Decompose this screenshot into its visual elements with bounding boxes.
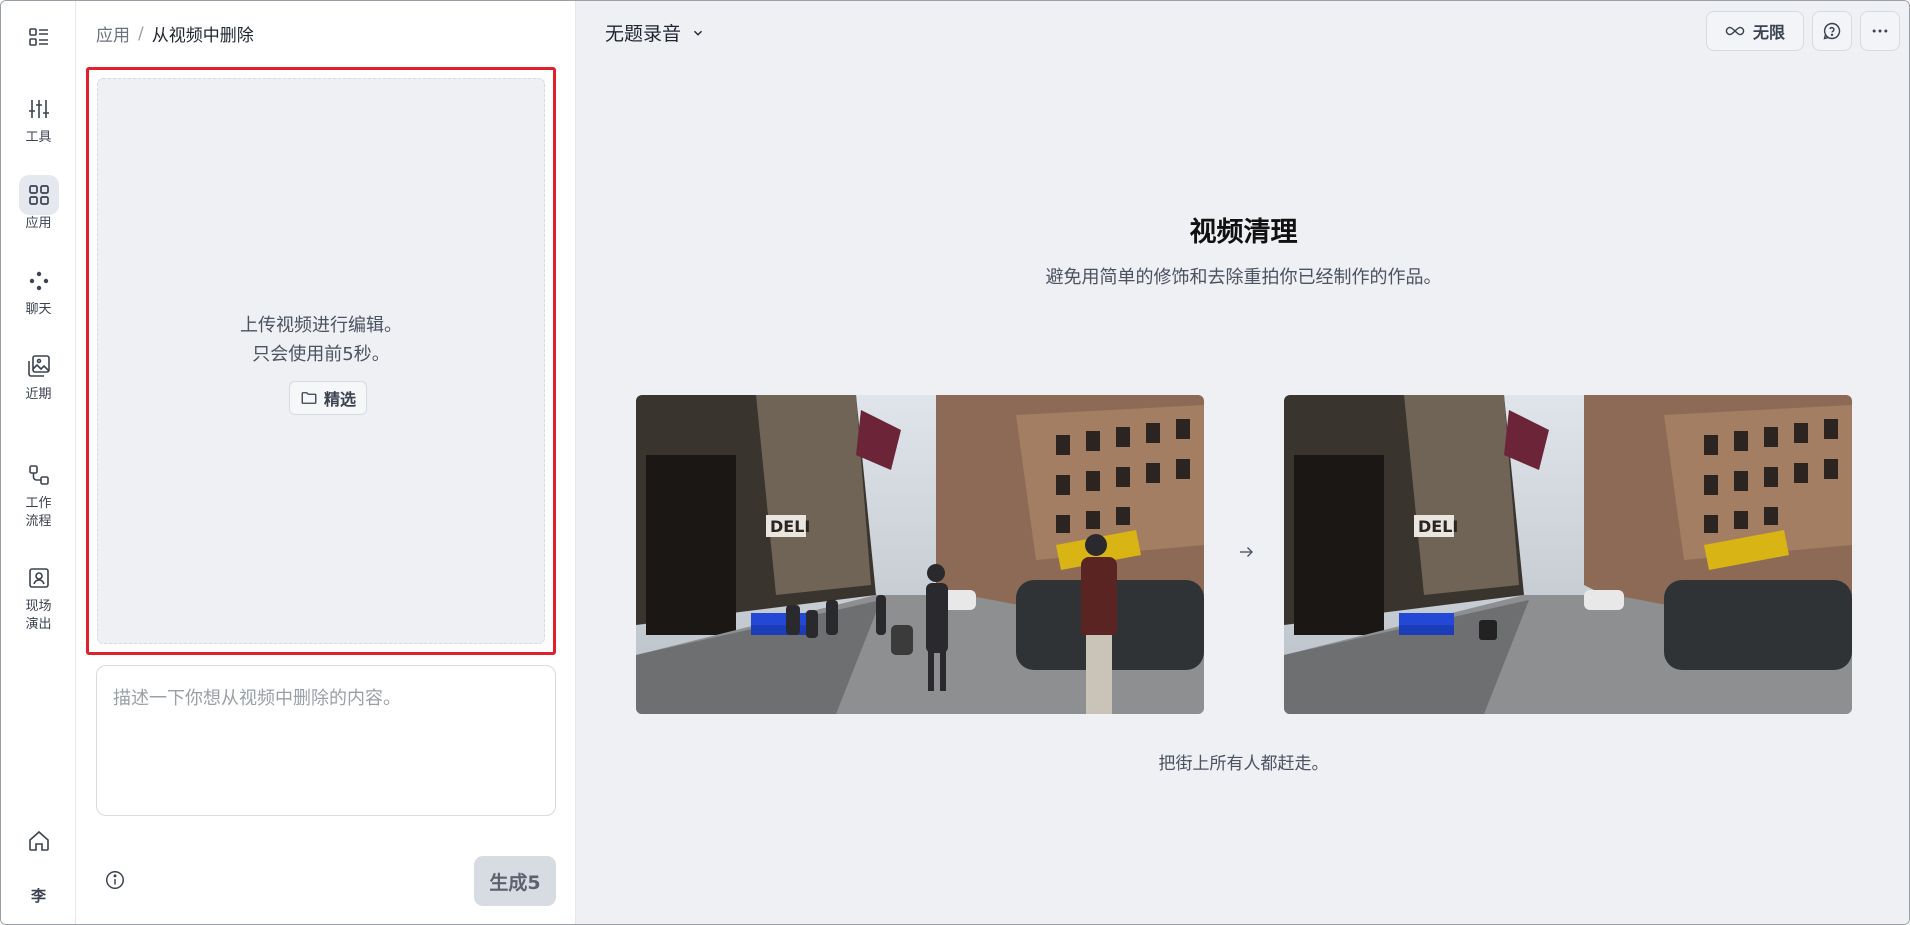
feature-title: 视频清理 — [1189, 217, 1298, 248]
arrow-right-icon — [1237, 543, 1255, 565]
sidebar-item-workflow[interactable]: 工作 流程 — [1, 455, 76, 531]
unlimited-button[interactable]: 无限 — [1706, 11, 1804, 51]
upload-area[interactable]: 上传视频进行编辑。 只会使用前5秒。 精选 — [97, 78, 545, 644]
sidebar-item-label: 现场 演出 — [25, 599, 52, 632]
infinity-icon — [1725, 26, 1745, 36]
menu-toggle-button[interactable] — [1, 17, 76, 57]
breadcrumb-separator: / — [138, 23, 144, 44]
sidebar-item-recent[interactable]: 近期 — [1, 346, 76, 404]
preview-area: 无题录音 无限 视频清理 避免用简单的修饰和去除重拍你已经制作的作品。 DELI… — [576, 1, 1909, 924]
sidebar-item-label: 聊天 — [25, 302, 52, 317]
upload-instructions: 上传视频进行编辑。 只会使用前5秒。 — [240, 315, 402, 365]
sidebar-item-live[interactable]: 现场 演出 — [1, 558, 76, 634]
apps-grid-icon — [18, 175, 59, 215]
recording-title-dropdown[interactable]: 无题录音 — [605, 19, 705, 46]
svg-text:DELI: DELI — [1418, 517, 1458, 536]
chevron-down-icon — [694, 30, 703, 36]
more-options-button[interactable] — [1860, 11, 1900, 51]
avatar[interactable]: 李 — [1, 885, 76, 906]
after-example-image: DELI — [1284, 395, 1852, 714]
folder-icon — [301, 392, 317, 404]
breadcrumb-parent-link[interactable]: 应用 — [96, 21, 130, 46]
breadcrumb-current: 从视频中删除 — [151, 26, 254, 46]
svg-text:DELI: DELI — [770, 517, 810, 536]
chat-dots-icon — [19, 261, 59, 301]
pick-file-button[interactable]: 精选 — [289, 381, 368, 415]
video-upload-dropzone[interactable]: 上传视频进行编辑。 只会使用前5秒。 精选 — [86, 67, 556, 655]
home-icon — [19, 821, 59, 861]
image-gallery-icon — [19, 346, 59, 386]
app-window: 工具 应用 聊天 近期 工作 流程 现场 演出 李 应用 / 从视频中删除 上传… — [0, 0, 1910, 925]
more-horizontal-icon — [1872, 29, 1888, 33]
feedback-button[interactable] — [1812, 11, 1852, 51]
list-grid-icon — [19, 17, 59, 57]
sidebar-item-label: 工具 — [25, 130, 52, 145]
generate-button[interactable]: 生成5 — [474, 856, 556, 906]
sidebar-item-label: 工作 流程 — [25, 496, 52, 529]
sidebar-item-apps[interactable]: 应用 — [1, 175, 76, 233]
before-example-image: DELI — [636, 395, 1204, 714]
user-portrait-icon — [19, 558, 59, 598]
remove-description-input[interactable] — [96, 665, 556, 816]
sidebar-item-label: 应用 — [25, 216, 52, 231]
help-chat-icon — [1823, 22, 1841, 40]
home-button[interactable] — [1, 821, 76, 861]
sliders-icon — [19, 89, 59, 129]
sidebar-item-chat[interactable]: 聊天 — [1, 261, 76, 319]
example-caption: 把街上所有人都赶走。 — [1158, 754, 1329, 774]
icon-rail: 工具 应用 聊天 近期 工作 流程 现场 演出 李 — [1, 1, 76, 924]
info-icon[interactable] — [104, 869, 128, 893]
feature-subtitle: 避免用简单的修饰和去除重拍你已经制作的作品。 — [1045, 267, 1442, 288]
input-panel: 应用 / 从视频中删除 上传视频进行编辑。 只会使用前5秒。 精选 生成5 — [76, 1, 576, 924]
breadcrumb: 应用 / 从视频中删除 — [96, 21, 254, 47]
sidebar-item-tools[interactable]: 工具 — [1, 89, 76, 147]
sidebar-item-label: 近期 — [25, 387, 52, 402]
workflow-icon — [19, 455, 59, 495]
